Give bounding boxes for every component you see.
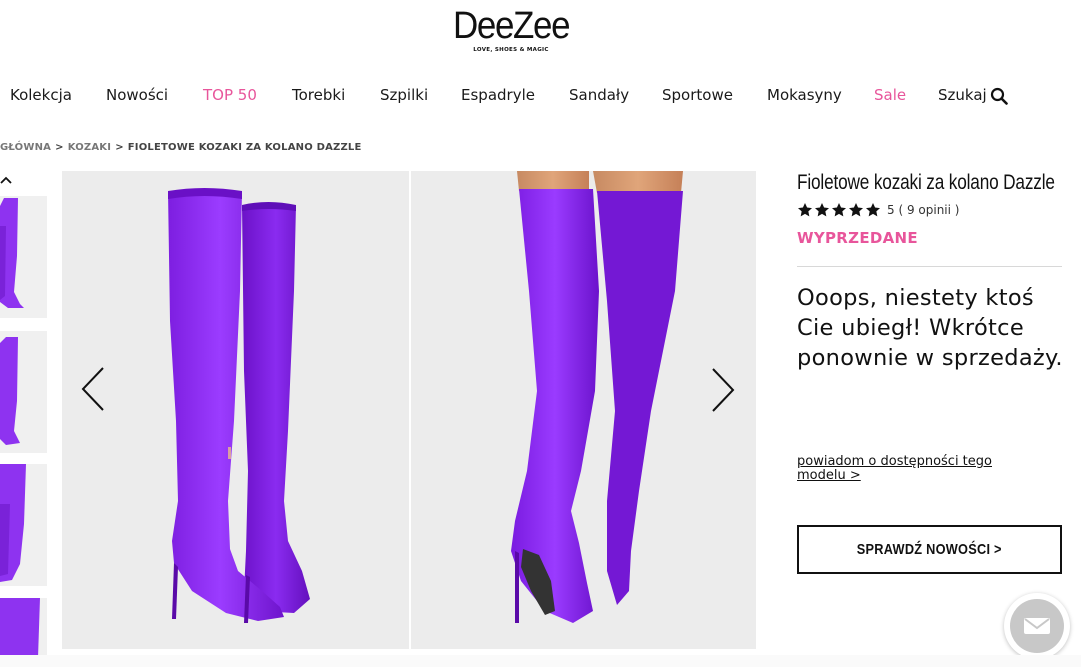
boot-pair-image bbox=[168, 188, 310, 623]
next-image-button[interactable] bbox=[707, 365, 737, 415]
breadcrumb-separator: > bbox=[115, 142, 124, 153]
thumbnail-4[interactable] bbox=[0, 598, 47, 658]
breadcrumb-kozaki[interactable]: KOZAKI bbox=[68, 142, 111, 153]
breadcrumb-separator: > bbox=[55, 142, 64, 153]
brand-logo[interactable]: DeeZee LOVE, SHOES & MAGIC bbox=[446, 6, 576, 53]
boot-thumbnail-image bbox=[0, 598, 40, 658]
product-rating[interactable]: 5 ( 9 opinii ) bbox=[797, 202, 959, 218]
product-photo-front[interactable] bbox=[62, 171, 409, 649]
star-icon bbox=[866, 203, 880, 217]
notify-availability-link[interactable]: powiadom o dostępności tego modelu > bbox=[797, 455, 1037, 483]
chevron-up-icon[interactable] bbox=[0, 174, 12, 186]
chat-button[interactable] bbox=[1004, 593, 1070, 659]
boot-thumbnail-image bbox=[0, 464, 26, 582]
product-photo-worn[interactable] bbox=[411, 171, 756, 649]
thumbnail-2[interactable] bbox=[0, 331, 47, 453]
sold-out-message: Ooops, niestety ktoś Cie ubiegł! Wkrótce… bbox=[797, 285, 1063, 371]
star-icon bbox=[849, 203, 863, 217]
nav-item-szpilki[interactable]: Szpilki bbox=[380, 86, 428, 104]
search-icon[interactable] bbox=[990, 87, 1008, 105]
nav-item-kolekcja[interactable]: Kolekcja bbox=[10, 86, 72, 104]
nav-item-mokasyny[interactable]: Mokasyny bbox=[767, 86, 842, 104]
star-icon bbox=[815, 203, 829, 217]
boot-thumbnail-image bbox=[0, 198, 24, 308]
brand-name: DeeZee bbox=[452, 5, 570, 47]
rating-count[interactable]: 5 ( 9 opinii ) bbox=[887, 203, 959, 217]
nav-item-sandaly[interactable]: Sandały bbox=[569, 86, 629, 104]
mail-icon bbox=[1024, 618, 1050, 634]
cta-label: SPRAWDŹ NOWOŚCI > bbox=[857, 541, 1002, 558]
nav-item-nowosci[interactable]: Nowości bbox=[106, 86, 168, 104]
status-badge: WYPRZEDANE bbox=[797, 229, 918, 247]
nav-item-sale[interactable]: Sale bbox=[874, 86, 906, 104]
boot-thumbnail-image bbox=[0, 337, 20, 445]
divider bbox=[797, 266, 1062, 267]
nav-item-torebki[interactable]: Torebki bbox=[292, 86, 345, 104]
nav-item-sportowe[interactable]: Sportowe bbox=[662, 86, 733, 104]
product-gallery bbox=[62, 171, 756, 649]
check-new-arrivals-button[interactable]: SPRAWDŹ NOWOŚCI > bbox=[797, 525, 1062, 574]
star-icon bbox=[798, 203, 812, 217]
previous-image-button[interactable] bbox=[79, 364, 109, 414]
breadcrumb-home[interactable]: GŁÓWNA bbox=[0, 142, 51, 153]
star-icon bbox=[832, 203, 846, 217]
brand-tagline: LOVE, SHOES & MAGIC bbox=[473, 47, 549, 53]
breadcrumb-current: FIOLETOWE KOZAKI ZA KOLANO DAZZLE bbox=[127, 142, 362, 153]
boot-worn-image bbox=[511, 171, 683, 623]
product-title: Fioletowe kozaki za kolano Dazzle bbox=[797, 171, 1055, 194]
thumbnail-3[interactable] bbox=[0, 464, 47, 586]
page-bottom-edge bbox=[0, 655, 1081, 667]
thumbnail-1[interactable] bbox=[0, 196, 47, 318]
breadcrumb: GŁÓWNA > KOZAKI > FIOLETOWE KOZAKI ZA KOLANO… bbox=[0, 142, 362, 153]
nav-item-szukaj[interactable]: Szukaj bbox=[938, 86, 987, 104]
nav-item-espadryle[interactable]: Espadryle bbox=[461, 86, 535, 104]
nav-item-top50[interactable]: TOP 50 bbox=[203, 86, 257, 104]
